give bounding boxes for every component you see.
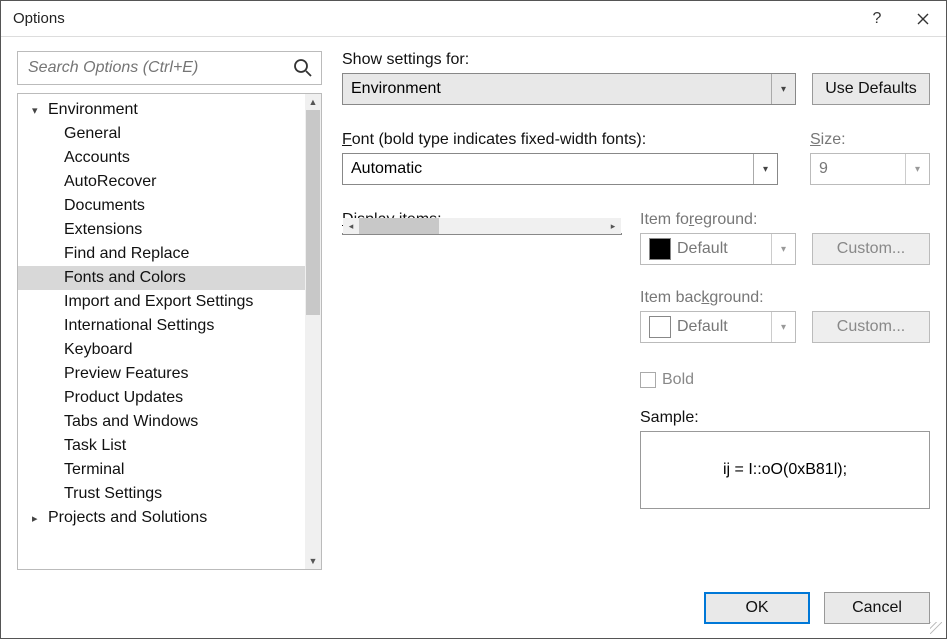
tree-item[interactable]: Fonts and Colors (18, 266, 305, 290)
tree-item[interactable]: Task List (18, 434, 305, 458)
hscroll-thumb[interactable] (359, 218, 439, 234)
search-input[interactable] (26, 58, 287, 78)
tree-item-label: Environment (48, 101, 138, 119)
item-foreground-select: Default ▾ (640, 233, 796, 265)
tree-item-label: Import and Export Settings (64, 293, 253, 311)
chevron-down-icon: ▾ (905, 154, 929, 184)
font-select[interactable]: Automatic ▾ (342, 153, 778, 185)
tree-item-label: Task List (64, 437, 126, 455)
tree-item-label: Terminal (64, 461, 124, 479)
help-button[interactable]: ? (854, 1, 900, 37)
use-defaults-button[interactable]: Use Defaults (812, 73, 930, 105)
display-items-list[interactable]: Plain TextToolTipToolTip Border ◂ ▸ (342, 233, 622, 235)
checkbox-icon (640, 372, 656, 388)
color-swatch-white (649, 316, 671, 338)
tree-item-label: Preview Features (64, 365, 189, 383)
tree-item[interactable]: Accounts (18, 146, 305, 170)
sample-preview: ij = I::oO(0xB81l); (640, 431, 930, 509)
scroll-left-button[interactable]: ◂ (343, 218, 359, 234)
chevron-down-icon: ▾ (771, 234, 795, 264)
show-settings-value: Environment (351, 80, 441, 98)
scroll-thumb[interactable] (306, 110, 320, 315)
tree-item-label: AutoRecover (64, 173, 157, 191)
tree-item-label: Projects and Solutions (48, 509, 207, 527)
bold-checkbox: Bold (640, 371, 930, 389)
show-settings-label: Show settings for: (342, 51, 930, 69)
tree-items: ▾ Environment General Accounts AutoRecover Do… (18, 94, 305, 569)
size-label: Size: (810, 131, 930, 149)
tree-item-label: Find and Replace (64, 245, 189, 263)
tree-item-label: Accounts (64, 149, 130, 167)
close-icon (917, 13, 929, 25)
chevron-down-icon: ▾ (32, 104, 44, 117)
size-select: 9 ▾ (810, 153, 930, 185)
size-value: 9 (819, 160, 828, 178)
list-hscrollbar[interactable]: ◂ ▸ (343, 218, 621, 234)
tree-item[interactable]: Product Updates (18, 386, 305, 410)
show-settings-select[interactable]: Environment ▾ (342, 73, 796, 105)
chevron-down-icon: ▾ (771, 312, 795, 342)
options-dialog: Options ? ▾ Environment General Accounts Aut… (0, 0, 947, 639)
search-icon (293, 58, 313, 78)
tree-item[interactable]: Keyboard (18, 338, 305, 362)
tree-item-label: International Settings (64, 317, 214, 335)
scroll-down-button[interactable]: ▼ (305, 553, 321, 569)
font-label: Font (bold type indicates fixed-width fo… (342, 131, 778, 149)
tree-item[interactable]: Preview Features (18, 362, 305, 386)
search-options[interactable] (17, 51, 322, 85)
font-value: Automatic (351, 160, 422, 178)
tree-item[interactable]: Tabs and Windows (18, 410, 305, 434)
tree-item[interactable]: Extensions (18, 218, 305, 242)
tree-item[interactable]: AutoRecover (18, 170, 305, 194)
tree-item[interactable]: ▸ Projects and Solutions (18, 506, 305, 530)
close-button[interactable] (900, 1, 946, 37)
item-background-label: Item background: (640, 289, 930, 307)
tree-item-label: Tabs and Windows (64, 413, 198, 431)
tree-item[interactable]: Import and Export Settings (18, 290, 305, 314)
options-tree: ▾ Environment General Accounts AutoRecover Do… (17, 93, 322, 570)
tree-item[interactable]: Find and Replace (18, 242, 305, 266)
tree-item[interactable]: ▾ Environment (18, 98, 305, 122)
custom-foreground-button: Custom... (812, 233, 930, 265)
chevron-down-icon: ▾ (753, 154, 777, 184)
color-swatch-black (649, 238, 671, 260)
tree-item[interactable]: Trust Settings (18, 482, 305, 506)
scroll-up-button[interactable]: ▲ (305, 94, 321, 110)
ok-button[interactable]: OK (704, 592, 810, 624)
tree-item[interactable]: General (18, 122, 305, 146)
tree-item-label: Product Updates (64, 389, 183, 407)
tree-item-label: Fonts and Colors (64, 269, 186, 287)
tree-item[interactable]: Terminal (18, 458, 305, 482)
sample-text: ij = I::oO(0xB81l); (723, 461, 847, 479)
tree-item[interactable]: International Settings (18, 314, 305, 338)
tree-scrollbar[interactable]: ▲ ▼ (305, 94, 321, 569)
tree-item-label: Keyboard (64, 341, 133, 359)
tree-item-label: Documents (64, 197, 145, 215)
item-background-select: Default ▾ (640, 311, 796, 343)
cancel-button[interactable]: Cancel (824, 592, 930, 624)
custom-background-button: Custom... (812, 311, 930, 343)
resize-grip-icon[interactable] (930, 622, 942, 634)
chevron-right-icon: ▸ (32, 512, 44, 525)
tree-item-label: General (64, 125, 121, 143)
scroll-right-button[interactable]: ▸ (605, 218, 621, 234)
item-foreground-label: Item foreground: (640, 211, 930, 229)
tree-item-label: Extensions (64, 221, 142, 239)
chevron-down-icon: ▾ (771, 74, 795, 104)
item-background-value: Default (677, 318, 728, 336)
titlebar: Options ? (1, 1, 946, 37)
sample-label: Sample: (640, 409, 930, 427)
window-title: Options (13, 10, 854, 27)
item-foreground-value: Default (677, 240, 728, 258)
tree-item-label: Trust Settings (64, 485, 162, 503)
tree-item[interactable]: Documents (18, 194, 305, 218)
